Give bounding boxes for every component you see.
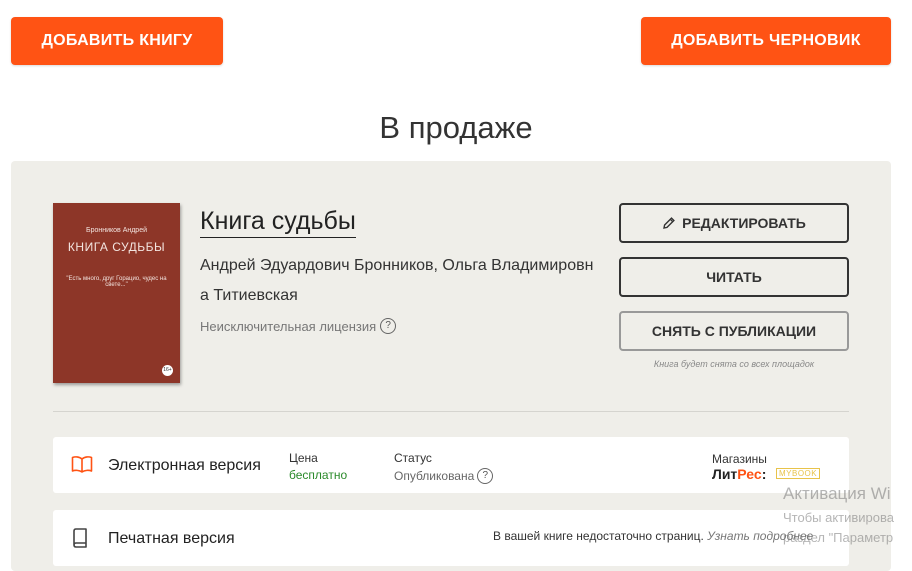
- open-book-icon: [71, 455, 93, 478]
- read-label: ЧИТАТЬ: [706, 269, 762, 285]
- ebook-version-card: Электронная версия Цена бесплатно Статус…: [53, 437, 849, 493]
- status-text: Опубликована: [394, 469, 475, 483]
- unpublish-button[interactable]: СНЯТЬ С ПУБЛИКАЦИИ: [619, 311, 849, 351]
- stores-label: Магазины: [712, 452, 767, 466]
- pencil-icon: [663, 217, 675, 229]
- cover-title: КНИГА СУДЬБЫ: [67, 240, 166, 254]
- print-version-card: Печатная версия В вашей книге недостаточ…: [53, 510, 849, 566]
- mybook-logo[interactable]: MYBOOK: [776, 468, 821, 479]
- edit-button[interactable]: РЕДАКТИРОВАТЬ: [619, 203, 849, 243]
- printed-book-icon: [71, 528, 89, 553]
- divider: [53, 411, 849, 412]
- question-icon[interactable]: ?: [477, 468, 494, 484]
- ebook-label: Электронная версия: [108, 457, 261, 474]
- edit-label: РЕДАКТИРОВАТЬ: [682, 215, 806, 231]
- status-value: Опубликована ?: [394, 468, 494, 484]
- print-note-text: В вашей книге недостаточно страниц.: [493, 529, 704, 543]
- book-authors: Андрей Эдуардович Бронников, Ольга Влади…: [200, 257, 594, 304]
- learn-more-link[interactable]: Узнать подробнее: [707, 529, 813, 543]
- litres-logo-part1: Лит: [712, 466, 738, 482]
- status-label: Статус: [394, 451, 432, 465]
- age-rating-badge: 16+: [162, 365, 173, 376]
- cover-author: Бронников Андрей: [85, 227, 148, 234]
- price-label: Цена: [289, 451, 318, 465]
- price-value: бесплатно: [289, 468, 348, 482]
- unpublish-label: СНЯТЬ С ПУБЛИКАЦИИ: [651, 323, 817, 339]
- print-note: В вашей книге недостаточно страниц. Узна…: [493, 529, 813, 543]
- unpublish-note: Книга будет снята со всех площадок: [653, 359, 815, 369]
- print-label: Печатная версия: [108, 530, 235, 547]
- license-info: Неисключительная лицензия ?: [200, 318, 397, 334]
- litres-logo-part2: Рес: [737, 466, 762, 482]
- book-cover[interactable]: Бронников Андрей КНИГА СУДЬБЫ "Есть мног…: [53, 203, 180, 383]
- cover-quote: "Есть много, друг Горацио, чудес на свет…: [66, 276, 167, 288]
- add-book-button[interactable]: ДОБАВИТЬ КНИГУ: [11, 17, 223, 65]
- litres-logo[interactable]: ЛитРес:: [712, 466, 766, 482]
- question-icon[interactable]: ?: [380, 318, 397, 334]
- license-label: Неисключительная лицензия: [200, 318, 377, 334]
- section-title: В продаже: [379, 110, 533, 145]
- litres-logo-part3: :: [761, 466, 767, 482]
- read-button[interactable]: ЧИТАТЬ: [619, 257, 849, 297]
- on-sale-panel: Бронников Андрей КНИГА СУДЬБЫ "Есть мног…: [11, 161, 891, 571]
- book-title-link[interactable]: Книга судьбы: [200, 207, 356, 238]
- add-draft-button[interactable]: ДОБАВИТЬ ЧЕРНОВИК: [641, 17, 891, 65]
